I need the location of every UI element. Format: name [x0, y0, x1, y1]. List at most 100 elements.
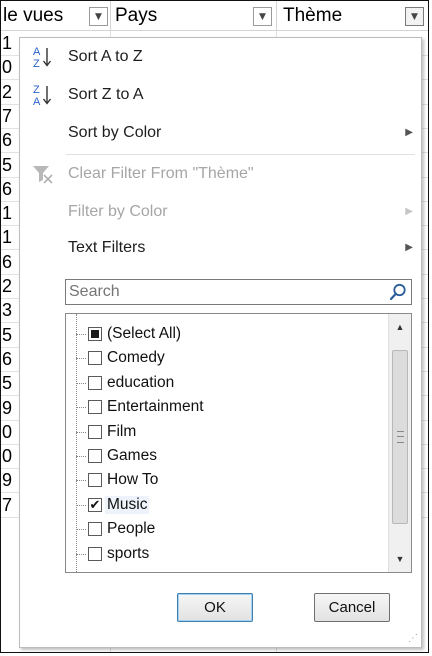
header-cell-views[interactable]: le vues ▼ — [1, 1, 111, 31]
scrollbar-thumb[interactable] — [392, 350, 408, 524]
menu-clear-filter-label: Clear Filter From "Thème" — [68, 165, 254, 182]
filter-dropdown-views-button[interactable]: ▼ — [89, 7, 108, 26]
list-item[interactable]: Games — [66, 444, 386, 468]
cell-value-fragment: 6 — [2, 178, 13, 199]
sort-descending-icon: Z A — [33, 84, 52, 108]
checkbox[interactable] — [88, 424, 102, 439]
chevron-down-icon: ▼ — [411, 11, 418, 22]
cell-value-fragment: 1 — [2, 203, 13, 224]
tree-connector-line — [76, 529, 86, 531]
list-item[interactable]: Entertainment — [66, 395, 386, 419]
cell-value-fragment: 2 — [2, 276, 13, 296]
list-item[interactable]: sports — [66, 542, 386, 566]
svg-text:Z: Z — [33, 58, 40, 70]
list-item[interactable]: Film — [66, 420, 386, 444]
checkbox[interactable] — [88, 546, 102, 561]
tree-connector-line — [76, 358, 86, 360]
tree-connector-line — [76, 553, 86, 555]
list-item[interactable]: (Select All) — [66, 322, 386, 346]
menu-sort-by-color[interactable]: Sort by Color ▶ — [20, 116, 421, 150]
header-cell-country[interactable]: Pays ▼ — [111, 1, 277, 31]
tree-connector-line — [76, 480, 86, 482]
tree-connector-line — [76, 456, 86, 457]
menu-text-filters-label: Text Filters — [68, 239, 146, 256]
list-item-label: Film — [107, 422, 137, 440]
list-item-label: How To — [107, 471, 159, 489]
scroll-grip-icon — [397, 431, 404, 443]
cell-value-fragment: 0 — [2, 421, 13, 442]
checkbox[interactable] — [88, 522, 102, 537]
list-item-label: (Select All) — [107, 325, 182, 342]
cell-value-fragment: 5 — [2, 373, 13, 394]
filter-values-list[interactable]: (Select All) Comedy education Entertainment… — [65, 313, 412, 573]
list-item[interactable]: How To — [66, 468, 386, 492]
filter-dropdown-theme-button[interactable]: ▼ — [405, 7, 424, 26]
tree-connector-line — [76, 431, 86, 433]
tree-connector-line — [76, 504, 86, 506]
list-scrollbar[interactable]: ▲ ▼ — [388, 314, 411, 572]
list-item-label: Entertainment — [107, 398, 204, 416]
chevron-down-icon: ▼ — [95, 11, 102, 22]
list-item[interactable]: People — [66, 517, 386, 541]
cell-value-fragment: 3 — [2, 300, 13, 321]
menu-sort-a-to-z-label: Sort A to Z — [68, 48, 143, 65]
list-item-label: education — [107, 373, 175, 391]
header-label-theme: Thème — [283, 5, 343, 26]
header-cell-theme[interactable]: Thème ▼ — [277, 1, 428, 31]
cell-value-fragment: 6 — [2, 348, 13, 369]
menu-separator — [66, 154, 415, 155]
spreadsheet-frame: 1 0 2 7 6 5 6 1 1 6 2 3 5 6 5 9 0 0 9 7 le vues ▼ Pays ▼ Th… — [0, 0, 429, 653]
checkbox[interactable] — [88, 375, 102, 390]
cell-value-fragment: 9 — [2, 470, 13, 491]
scroll-down-arrow-icon[interactable]: ▼ — [389, 548, 411, 570]
list-item[interactable]: education — [66, 371, 386, 395]
svg-text:A: A — [33, 96, 41, 108]
cell-value-fragment: 0 — [2, 446, 13, 467]
sort-ascending-icon: A Z — [33, 46, 52, 70]
cell-value-fragment: 0 — [2, 57, 13, 78]
menu-sort-by-color-label: Sort by Color — [68, 124, 162, 141]
filter-dropdown-country-button[interactable]: ▼ — [253, 7, 272, 26]
checkbox[interactable]: ✔ — [88, 496, 102, 512]
submenu-arrow-icon: ▶ — [405, 206, 413, 217]
list-item-label: Comedy — [107, 349, 165, 367]
checkbox[interactable] — [88, 449, 102, 463]
cell-value-fragment: 5 — [2, 324, 13, 345]
cell-value-fragment: 9 — [2, 397, 13, 418]
cell-value-fragment: 1 — [2, 33, 13, 53]
cell-value-fragment: 7 — [2, 494, 13, 515]
checkbox[interactable] — [88, 327, 102, 341]
tree-connector-line — [76, 407, 86, 409]
list-item-label: Games — [107, 447, 157, 464]
scroll-up-arrow-icon[interactable]: ▲ — [389, 316, 411, 338]
checkmark-icon: ✔ — [89, 496, 101, 512]
cell-value-fragment: 7 — [2, 105, 13, 126]
menu-text-filters[interactable]: Text Filters ▶ — [20, 231, 421, 265]
tree-connector-line — [76, 334, 86, 335]
list-item[interactable]: ✔ Music — [66, 493, 386, 517]
chevron-down-icon: ▼ — [259, 11, 266, 22]
checkbox[interactable] — [88, 473, 102, 488]
cancel-button[interactable]: Cancel — [314, 593, 390, 622]
autofilter-panel: A Z Sort A to Z Z A Sort Z to A Sort by … — [19, 37, 422, 648]
list-item-label: Music — [105, 495, 150, 514]
magnifier-icon[interactable] — [388, 282, 408, 302]
svg-text:Z: Z — [33, 84, 40, 96]
checkbox[interactable] — [88, 351, 102, 366]
checkbox[interactable] — [88, 400, 102, 415]
menu-sort-z-to-a-label: Sort Z to A — [68, 86, 144, 103]
menu-sort-a-to-z[interactable]: A Z Sort A to Z — [20, 40, 421, 74]
cell-value-fragment: 5 — [2, 154, 13, 175]
list-item[interactable]: Comedy — [66, 346, 386, 370]
menu-clear-filter: Clear Filter From "Thème" — [20, 157, 421, 191]
menu-sort-z-to-a[interactable]: Z A Sort Z to A — [20, 78, 421, 112]
search-box[interactable] — [65, 279, 412, 305]
clear-filter-icon — [33, 166, 53, 184]
resize-grip-icon[interactable]: ⋰ — [408, 633, 418, 644]
ok-button[interactable]: OK — [177, 593, 253, 622]
submenu-arrow-icon: ▶ — [405, 127, 413, 138]
cell-value-fragment: 1 — [2, 227, 13, 248]
search-input[interactable] — [69, 281, 369, 303]
tree-connector-line — [76, 382, 86, 384]
header-label-views: le vues — [3, 5, 64, 26]
